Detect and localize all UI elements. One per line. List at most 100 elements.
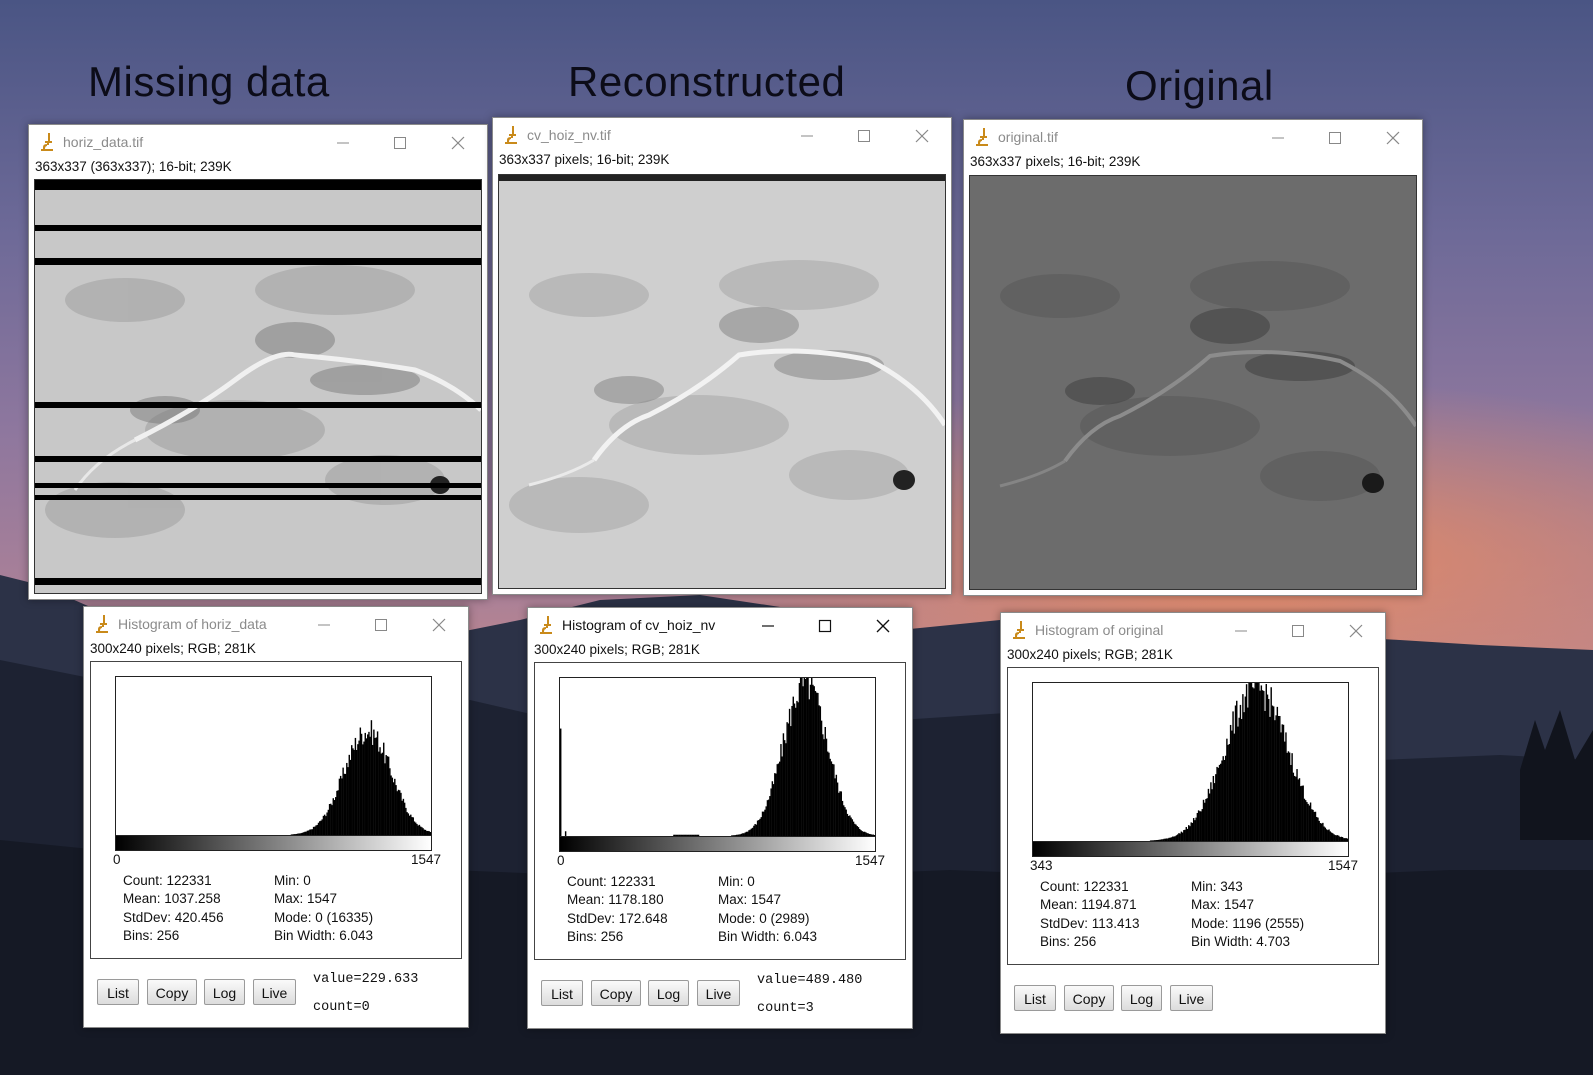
- histogram-bar: [839, 791, 841, 836]
- histogram-bar: [344, 773, 347, 835]
- histogram-bar: [1215, 774, 1217, 841]
- lut-gradient-bar: [559, 836, 876, 852]
- histogram-bar: [1277, 715, 1280, 841]
- title-bar[interactable]: Histogram of original: [1001, 613, 1385, 647]
- histogram-bar: [756, 820, 759, 836]
- list-button[interactable]: List: [541, 980, 583, 1006]
- title-bar[interactable]: Histogram of cv_hoiz_nv: [528, 608, 912, 642]
- log-button[interactable]: Log: [204, 979, 245, 1005]
- histogram-bar: [843, 805, 845, 836]
- live-button[interactable]: Live: [253, 979, 296, 1005]
- axis-min-label: 343: [1030, 858, 1053, 873]
- close-icon[interactable]: [425, 611, 453, 637]
- image-canvas[interactable]: [498, 174, 946, 589]
- histogram-bar: [1307, 803, 1309, 841]
- histogram-bar: [335, 797, 337, 835]
- maximize-icon[interactable]: [367, 611, 395, 637]
- minimize-icon[interactable]: [310, 611, 338, 637]
- maximize-icon[interactable]: [811, 612, 839, 638]
- histogram-bar: [1221, 760, 1223, 841]
- histogram-window-horiz-data[interactable]: Histogram of horiz_data 300x240 pixels; …: [83, 606, 469, 1028]
- copy-button[interactable]: Copy: [147, 979, 197, 1005]
- copy-button[interactable]: Copy: [1064, 985, 1114, 1011]
- histogram-bar: [1223, 759, 1226, 841]
- histogram-bar: [347, 767, 349, 835]
- histogram-bar: [326, 812, 328, 835]
- image-canvas[interactable]: [969, 175, 1417, 590]
- histogram-bar: [1323, 826, 1325, 841]
- histogram-bar: [402, 798, 405, 835]
- histogram-bar: [1264, 710, 1266, 841]
- image-info: 363x337 pixels; 16-bit; 239K: [499, 152, 670, 167]
- histogram-bar: [1207, 788, 1210, 841]
- stat-bins: Bins: 256: [567, 929, 624, 944]
- log-button[interactable]: Log: [648, 980, 689, 1006]
- histogram-bar: [833, 764, 835, 836]
- title-bar[interactable]: original.tif: [964, 120, 1422, 154]
- title-bar[interactable]: cv_hoiz_nv.tif: [493, 118, 951, 152]
- close-icon[interactable]: [444, 129, 472, 155]
- histogram-bar: [1268, 698, 1270, 841]
- histogram-bar: [400, 792, 402, 835]
- list-button[interactable]: List: [1014, 985, 1056, 1011]
- image-window-original[interactable]: original.tif 363x337 pixels; 16-bit; 239…: [963, 119, 1423, 596]
- log-button[interactable]: Log: [1121, 985, 1162, 1011]
- close-icon[interactable]: [1342, 617, 1370, 643]
- histogram-bar: [369, 736, 371, 835]
- axis-max-label: 1547: [411, 852, 442, 867]
- close-icon[interactable]: [869, 612, 897, 638]
- stat-bin-width: Bin Width: 6.043: [718, 929, 818, 944]
- stat-mode: Mode: 0 (2989): [718, 911, 810, 926]
- histogram-bar: [365, 738, 368, 835]
- histogram-window-original[interactable]: Histogram of original 300x240 pixels; RG…: [1000, 612, 1386, 1034]
- histogram-bar: [838, 792, 840, 836]
- stat-min: Min: 343: [1191, 879, 1243, 894]
- histogram-bar: [330, 803, 332, 835]
- minimize-icon[interactable]: [793, 122, 821, 148]
- missing-data-stripe: [35, 495, 481, 500]
- histogram-bar: [1281, 724, 1283, 841]
- close-icon[interactable]: [1379, 124, 1407, 150]
- minimize-icon[interactable]: [1227, 617, 1255, 643]
- list-button[interactable]: List: [97, 979, 139, 1005]
- live-button[interactable]: Live: [697, 980, 740, 1006]
- histogram-bar: [782, 733, 785, 836]
- histogram-bar: [764, 809, 766, 836]
- minimize-icon[interactable]: [1264, 124, 1292, 150]
- title-bar[interactable]: Histogram of horiz_data: [84, 607, 468, 641]
- image-window-cv-hoiz-nv[interactable]: cv_hoiz_nv.tif 363x337 pixels; 16-bit; 2…: [492, 117, 952, 595]
- histogram-bar: [825, 738, 828, 836]
- copy-button[interactable]: Copy: [591, 980, 641, 1006]
- histogram-bar: [806, 678, 808, 836]
- histogram-bar: [834, 778, 836, 836]
- histogram-bar: [1244, 696, 1247, 841]
- histogram-bar: [390, 775, 392, 835]
- histogram-bar: [817, 692, 819, 836]
- live-button[interactable]: Live: [1170, 985, 1213, 1011]
- histogram-bar: [416, 823, 418, 835]
- maximize-icon[interactable]: [850, 122, 878, 148]
- image-canvas[interactable]: [34, 179, 482, 594]
- histogram-bar: [779, 761, 781, 836]
- minimize-icon[interactable]: [329, 129, 357, 155]
- histogram-bar: [765, 806, 767, 836]
- histogram-bar: [362, 744, 364, 835]
- histogram-bar: [1179, 833, 1181, 841]
- window-title: original.tif: [998, 129, 1058, 145]
- title-bar[interactable]: horiz_data.tif: [29, 125, 487, 159]
- maximize-icon[interactable]: [386, 129, 414, 155]
- stat-bin-width: Bin Width: 4.703: [1191, 934, 1291, 949]
- histogram-bar: [775, 773, 777, 836]
- histogram-bar: [375, 737, 378, 835]
- histogram-bar: [763, 811, 765, 836]
- maximize-icon[interactable]: [1321, 124, 1349, 150]
- histogram-window-cv-hoiz-nv[interactable]: Histogram of cv_hoiz_nv 300x240 pixels; …: [527, 607, 913, 1029]
- histogram-bar: [1239, 704, 1242, 841]
- histogram-panel: 343 1547 Count: 122331 Mean: 1194.871 St…: [1007, 667, 1379, 965]
- image-window-horiz-data[interactable]: horiz_data.tif 363x337 (363x337); 16-bit…: [28, 124, 488, 600]
- maximize-icon[interactable]: [1284, 617, 1312, 643]
- histogram-bar: [1178, 833, 1180, 841]
- histogram-bar: [1194, 820, 1196, 841]
- close-icon[interactable]: [908, 122, 936, 148]
- minimize-icon[interactable]: [754, 612, 782, 638]
